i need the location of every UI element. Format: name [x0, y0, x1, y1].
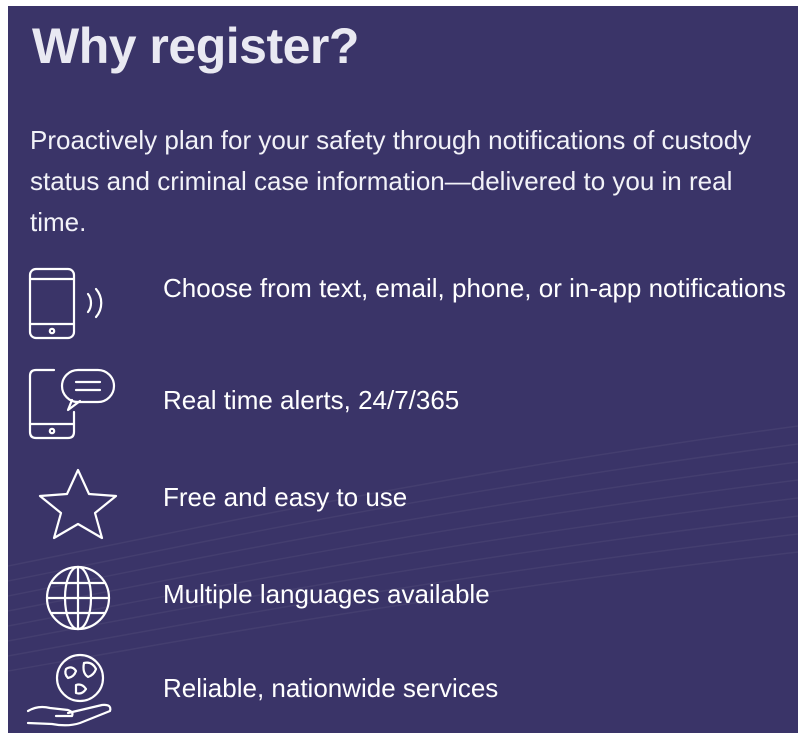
feature-label: Real time alerts, 24/7/365 — [163, 385, 460, 415]
feature-label: Multiple languages available — [163, 579, 490, 609]
feature-list: Choose from text, email, phone, or in-ap… — [8, 6, 798, 733]
feature-label: Reliable, nationwide services — [163, 673, 499, 703]
feature-label: Choose from text, email, phone, or in-ap… — [163, 273, 786, 303]
feature-label: Free and easy to use — [163, 482, 408, 512]
phone-chat-bubble-icon — [24, 366, 120, 446]
why-register-panel: Why register? Proactively plan for your … — [8, 6, 798, 733]
star-icon — [24, 466, 120, 546]
globe-icon — [24, 561, 120, 641]
globe-in-hand-icon — [24, 651, 120, 731]
mobile-phone-signal-icon — [24, 266, 120, 346]
